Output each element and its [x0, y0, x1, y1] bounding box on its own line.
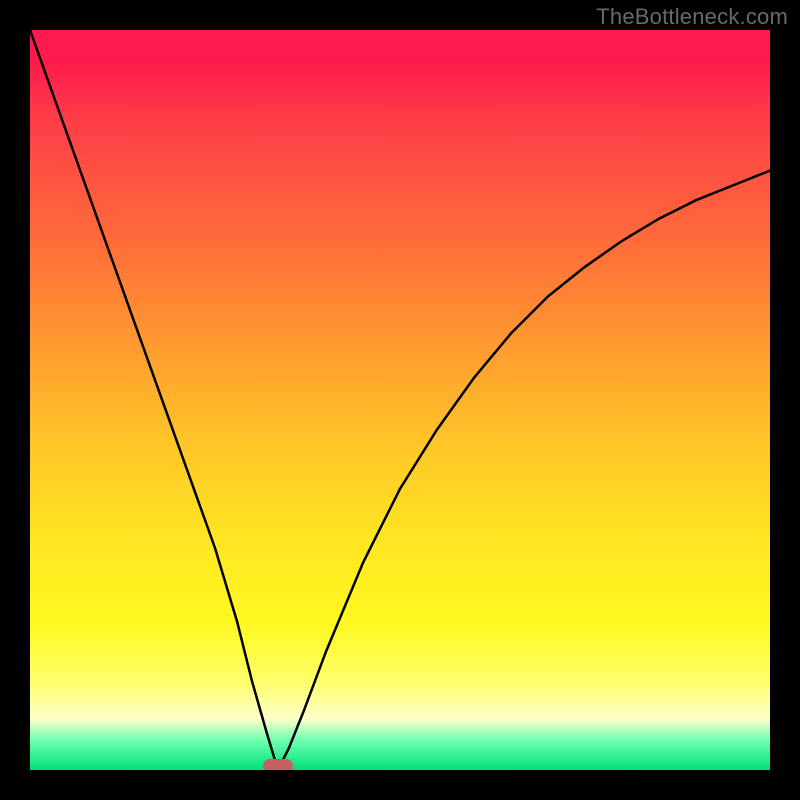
- watermark-text: TheBottleneck.com: [596, 4, 788, 30]
- bottleneck-curve: [30, 30, 770, 770]
- curve-svg: [30, 30, 770, 770]
- min-marker: [263, 759, 293, 770]
- plot-area: [30, 30, 770, 770]
- chart-frame: TheBottleneck.com: [0, 0, 800, 800]
